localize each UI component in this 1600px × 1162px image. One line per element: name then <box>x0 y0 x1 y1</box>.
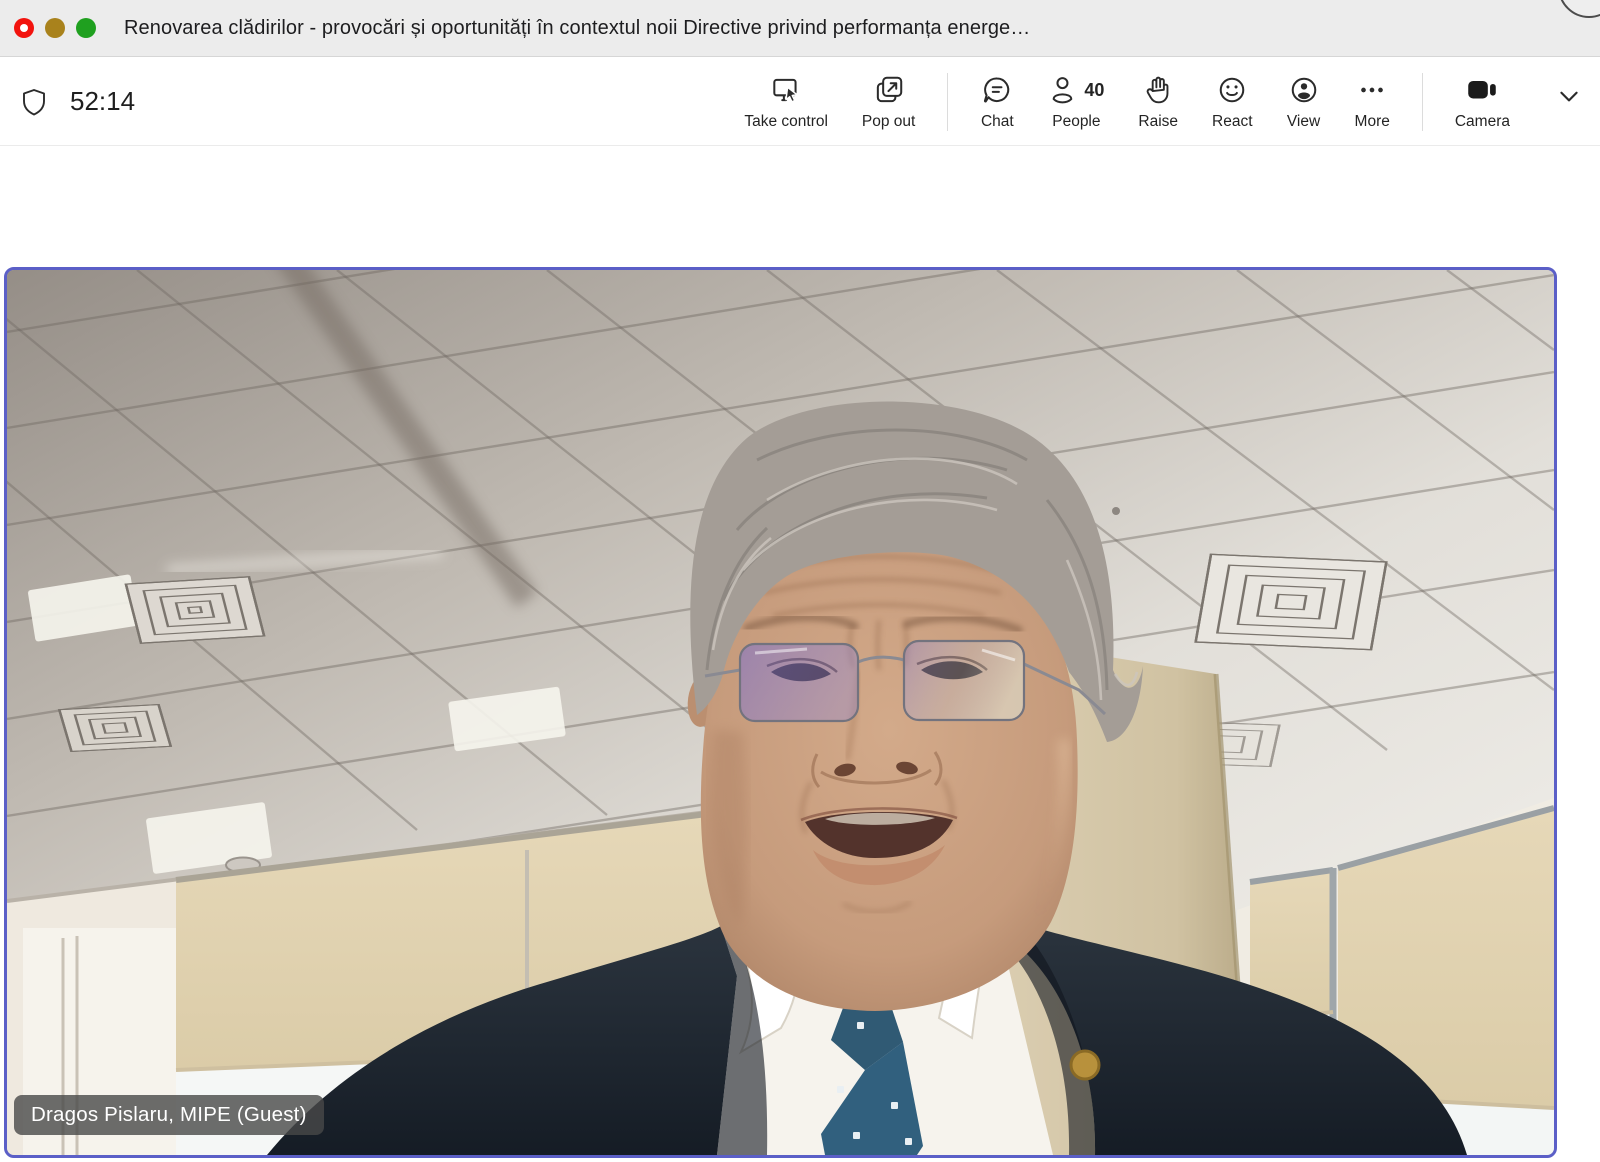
react-button[interactable]: React <box>1210 73 1255 130</box>
window-titlebar: Renovarea clădirilor - provocări și opor… <box>0 0 1600 57</box>
meeting-timer: 52:14 <box>70 86 135 117</box>
lapel-pin <box>1071 1051 1099 1079</box>
raise-hand-button[interactable]: Raise <box>1136 73 1180 130</box>
raise-hand-icon <box>1141 73 1175 107</box>
take-control-button[interactable]: Take control <box>742 73 830 130</box>
more-ellipsis-icon <box>1355 73 1389 107</box>
pop-out-icon <box>872 73 906 107</box>
view-button[interactable]: View <box>1285 73 1323 130</box>
toolbar-separator <box>947 73 948 131</box>
people-count-badge: 40 <box>1084 80 1104 101</box>
camera-icon <box>1464 73 1500 107</box>
take-control-icon <box>769 73 803 107</box>
pop-out-label: Pop out <box>862 114 915 130</box>
zoom-button[interactable] <box>76 18 96 38</box>
more-label: More <box>1355 114 1390 130</box>
minimize-button[interactable] <box>45 18 65 38</box>
react-smiley-icon <box>1215 73 1249 107</box>
camera-options-button[interactable] <box>1556 83 1582 109</box>
toolbar-separator <box>1422 73 1423 131</box>
participant-name-label: Dragos Pislaru, MIPE (Guest) <box>14 1095 324 1135</box>
active-speaker-video-tile[interactable]: Dragos Pislaru, MIPE (Guest) <box>4 267 1557 1158</box>
take-control-label: Take control <box>744 114 828 130</box>
view-label: View <box>1287 114 1320 130</box>
chat-button[interactable]: Chat <box>978 73 1016 130</box>
people-button[interactable]: 40 People <box>1046 73 1106 130</box>
raise-hand-label: Raise <box>1138 114 1178 130</box>
react-label: React <box>1212 114 1253 130</box>
shield-icon <box>18 86 50 118</box>
meeting-toolbar: 52:14 Take control <box>0 58 1600 146</box>
pop-out-button[interactable]: Pop out <box>860 73 917 130</box>
more-button[interactable]: More <box>1353 73 1392 130</box>
view-icon <box>1287 73 1321 107</box>
traffic-lights <box>14 18 96 38</box>
webcam-video-feed <box>7 270 1554 1155</box>
window-title: Renovarea clădirilor - provocări și opor… <box>124 17 1030 40</box>
camera-button[interactable]: Camera <box>1453 73 1512 130</box>
chevron-down-icon <box>1556 83 1582 109</box>
people-icon <box>1048 73 1078 107</box>
chat-label: Chat <box>981 114 1014 130</box>
chat-icon <box>980 73 1014 107</box>
close-button[interactable] <box>14 18 34 38</box>
camera-label: Camera <box>1455 114 1510 130</box>
people-label: People <box>1052 114 1100 130</box>
